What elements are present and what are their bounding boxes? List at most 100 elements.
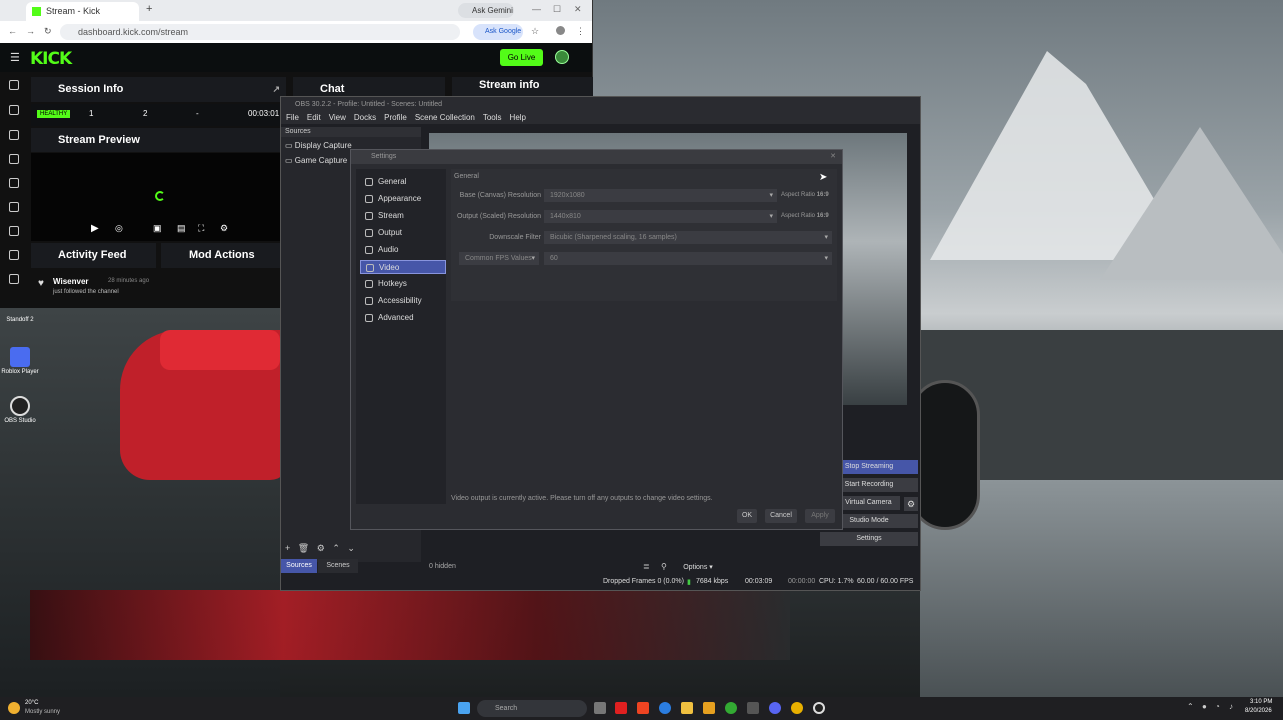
fps-type-select[interactable]: Common FPS Values bbox=[459, 252, 539, 265]
output-resolution-select[interactable]: 1440x810 bbox=[544, 210, 777, 223]
profile-avatar[interactable] bbox=[556, 26, 565, 35]
nav-advanced[interactable]: Advanced bbox=[360, 311, 446, 325]
settings-gear-icon[interactable]: ⚙ bbox=[220, 223, 228, 234]
list-icon[interactable]: ≣ bbox=[643, 562, 650, 571]
close-dialog-icon[interactable]: ✕ bbox=[830, 150, 836, 164]
taskbar-search-input[interactable]: Search bbox=[477, 700, 587, 717]
browser-tab[interactable]: Stream - Kick Dashboard ✕ bbox=[26, 2, 139, 35]
maximize-icon[interactable]: ☐ bbox=[553, 4, 561, 15]
desktop-icon-obs[interactable]: OBS Studio bbox=[0, 396, 40, 424]
nav-output[interactable]: Output bbox=[360, 226, 446, 240]
sidebar-content-icon[interactable] bbox=[9, 130, 19, 140]
follower-name[interactable]: Wisenver bbox=[53, 277, 89, 286]
menu-item-file[interactable]: File bbox=[286, 113, 299, 122]
chrome-icon[interactable] bbox=[725, 702, 737, 714]
new-tab-icon[interactable]: + bbox=[146, 3, 152, 15]
fullscreen-icon[interactable]: ⛶ bbox=[198, 223, 204, 234]
windows-start-icon[interactable] bbox=[458, 702, 470, 714]
reload-icon[interactable]: ↻ bbox=[44, 26, 52, 37]
theater-icon[interactable]: ▤ bbox=[177, 223, 186, 234]
bookmark-star-icon[interactable]: ☆ bbox=[531, 26, 539, 37]
go-live-button[interactable]: Go Live bbox=[500, 49, 543, 66]
nav-audio[interactable]: Audio bbox=[360, 243, 446, 257]
nav-accessibility[interactable]: Accessibility bbox=[360, 294, 446, 308]
minimize-icon[interactable]: — bbox=[532, 4, 541, 14]
menu-item-docks[interactable]: Docks bbox=[354, 113, 376, 122]
volume-icon[interactable]: ◎ bbox=[115, 223, 123, 234]
stream-preview-player[interactable]: ▶ ◎ ▣ ▤ ⛶ ⚙ bbox=[31, 153, 286, 241]
kick-logo[interactable]: KICK bbox=[30, 49, 72, 69]
obs-taskbar-icon[interactable] bbox=[813, 702, 825, 714]
tray-chevron-icon[interactable]: ⌃ bbox=[1187, 702, 1194, 711]
move-down-icon[interactable]: ⌄ bbox=[347, 543, 355, 553]
volume-icon[interactable]: ♪ bbox=[1229, 702, 1233, 711]
close-window-icon[interactable]: ✕ bbox=[574, 4, 582, 15]
sidebar-home-icon[interactable] bbox=[9, 80, 19, 90]
sidebar-upload-icon[interactable] bbox=[9, 274, 19, 284]
menu-item-scene-collection[interactable]: Scene Collection bbox=[415, 113, 475, 122]
apply-button[interactable]: Apply bbox=[805, 509, 835, 523]
settings-button[interactable]: Settings bbox=[820, 532, 918, 546]
user-avatar[interactable] bbox=[555, 50, 569, 64]
menu-dots-icon[interactable]: ⋮ bbox=[576, 26, 585, 37]
forward-icon[interactable]: → bbox=[26, 26, 35, 36]
menu-item-profile[interactable]: Profile bbox=[384, 113, 407, 122]
discord-icon[interactable] bbox=[769, 702, 781, 714]
weather-desc[interactable]: Mostly sunny bbox=[25, 709, 60, 715]
network-icon[interactable]: ◔ bbox=[1215, 702, 1220, 711]
ask-google-button[interactable]: Ask Google bbox=[473, 24, 523, 40]
sidebar-tools-icon[interactable] bbox=[9, 226, 19, 236]
cancel-button[interactable]: Cancel bbox=[765, 509, 797, 523]
back-icon[interactable]: ← bbox=[8, 26, 17, 36]
app-icon[interactable] bbox=[747, 702, 759, 714]
sidebar-analytics-icon[interactable] bbox=[9, 202, 19, 212]
base-resolution-select[interactable]: 1920x1080 bbox=[544, 189, 777, 202]
task-view-icon[interactable] bbox=[594, 702, 606, 714]
move-up-icon[interactable]: ⌃ bbox=[332, 543, 340, 553]
mic-icon[interactable]: ● bbox=[1202, 702, 1207, 711]
popout-icon[interactable]: ↗ bbox=[272, 77, 280, 102]
virtual-camera-settings-icon[interactable]: ⚙ bbox=[904, 497, 918, 511]
nav-general[interactable]: General bbox=[360, 175, 446, 189]
play-icon[interactable]: ▶ bbox=[91, 223, 99, 234]
source-item-display-capture[interactable]: ▭ Display Capture bbox=[285, 141, 352, 150]
chrome-icon[interactable] bbox=[791, 702, 803, 714]
menu-item-tools[interactable]: Tools bbox=[483, 113, 502, 122]
clock-date[interactable]: 8/20/2026 bbox=[1245, 708, 1272, 714]
sidebar-award-icon[interactable] bbox=[9, 154, 19, 164]
options-button[interactable]: Options ▾ bbox=[676, 561, 720, 574]
nav-stream[interactable]: Stream bbox=[360, 209, 446, 223]
wand-icon[interactable]: ⚲ bbox=[661, 562, 667, 571]
gear-icon[interactable]: ⚙ bbox=[317, 543, 325, 553]
file-explorer-icon[interactable] bbox=[681, 702, 693, 714]
ask-gemini-button[interactable]: Ask Gemini bbox=[458, 3, 514, 18]
menu-item-help[interactable]: Help bbox=[510, 113, 526, 122]
ok-button[interactable]: OK bbox=[737, 509, 757, 523]
nav-video[interactable]: Video bbox=[360, 260, 446, 274]
sidebar-wallet-icon[interactable] bbox=[9, 178, 19, 188]
menu-item-edit[interactable]: Edit bbox=[307, 113, 321, 122]
sidebar-link-icon[interactable] bbox=[9, 105, 19, 115]
clock-time[interactable]: 3:10 PM bbox=[1250, 699, 1272, 705]
trash-icon[interactable]: 🗑 bbox=[298, 543, 309, 553]
tab-sources[interactable]: Sources bbox=[281, 559, 317, 573]
edge-icon[interactable] bbox=[659, 702, 671, 714]
weather-temp[interactable]: 20°C bbox=[25, 700, 38, 706]
add-icon[interactable]: + bbox=[285, 543, 290, 553]
youtube-icon[interactable] bbox=[615, 702, 627, 714]
hamburger-icon[interactable]: ☰ bbox=[10, 51, 20, 64]
downscale-filter-select[interactable]: Bicubic (Sharpened scaling, 16 samples) bbox=[544, 231, 832, 244]
source-item-game-capture[interactable]: ▭ Game Capture bbox=[285, 156, 347, 165]
tab-scenes[interactable]: Scenes bbox=[318, 559, 358, 573]
menu-item-view[interactable]: View bbox=[329, 113, 346, 122]
desktop-icon-roblox[interactable]: Roblox Player bbox=[0, 347, 40, 375]
app-icon[interactable] bbox=[703, 702, 715, 714]
fps-value-select[interactable]: 60 bbox=[544, 252, 832, 265]
pip-icon[interactable]: ▣ bbox=[153, 223, 162, 234]
desktop-icon-standoff[interactable]: Standoff 2 bbox=[0, 317, 40, 323]
app-icon[interactable] bbox=[637, 702, 649, 714]
sidebar-settings-icon[interactable] bbox=[9, 250, 19, 260]
nav-appearance[interactable]: Appearance bbox=[360, 192, 446, 206]
nav-hotkeys[interactable]: Hotkeys bbox=[360, 277, 446, 291]
url-input[interactable]: dashboard.kick.com/stream bbox=[60, 24, 460, 40]
